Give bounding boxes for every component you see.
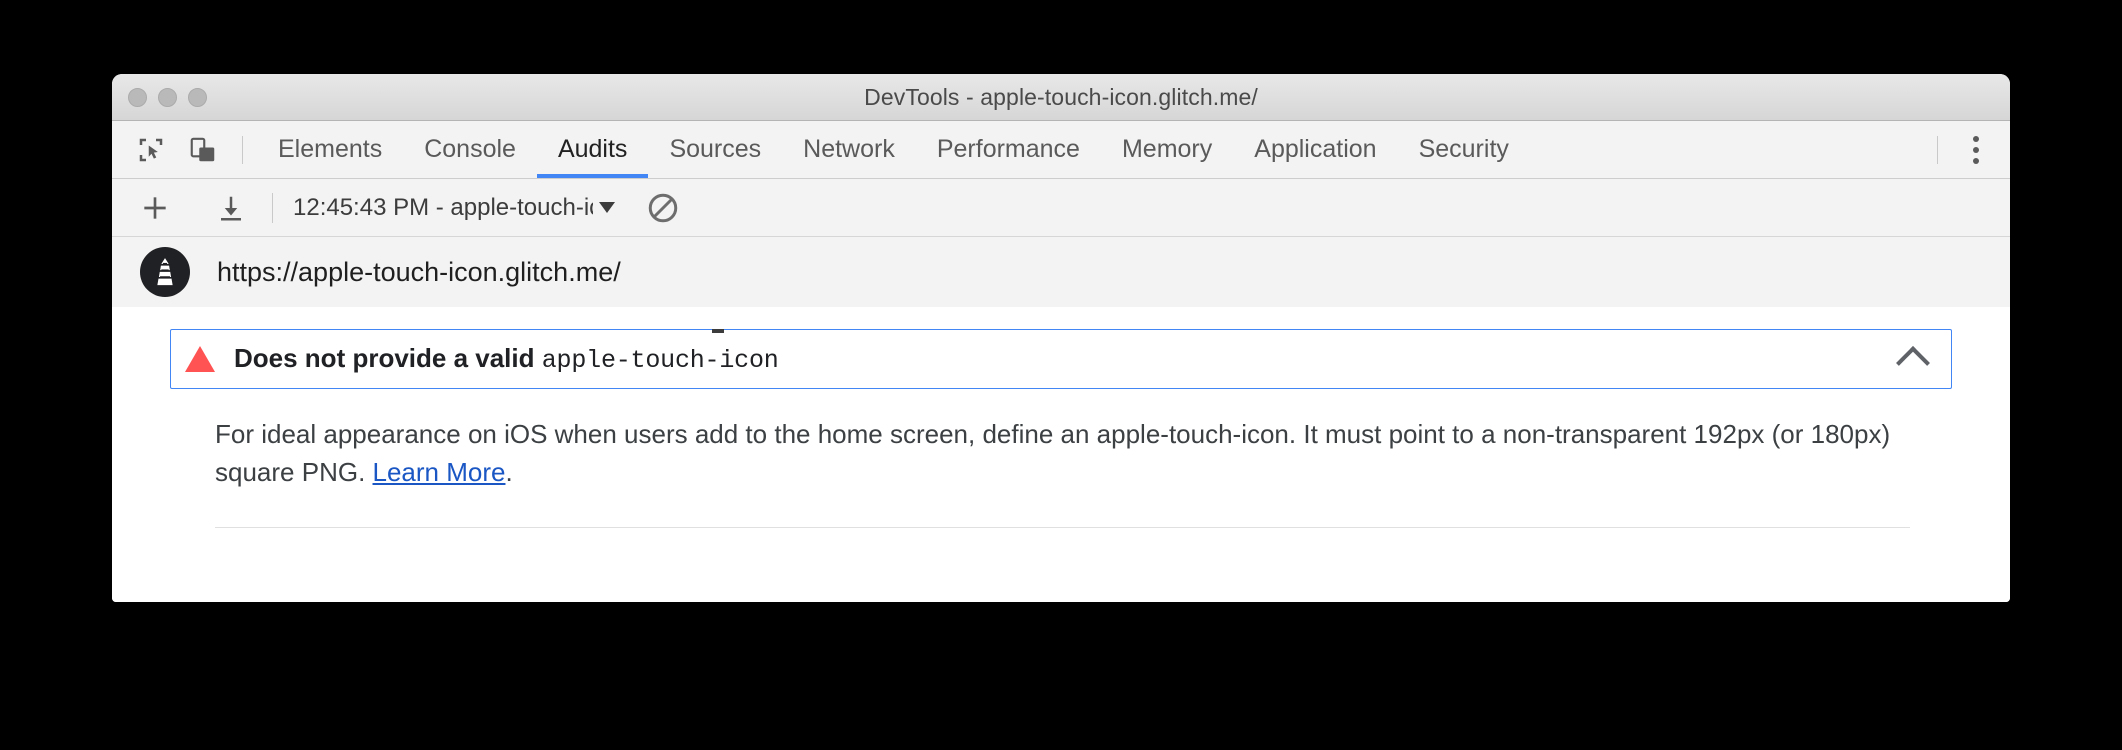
learn-more-link[interactable]: Learn More: [373, 457, 506, 487]
toolbar-divider: [272, 192, 273, 223]
audit-title-text: Does not provide a valid: [234, 343, 542, 373]
clear-all-icon[interactable]: [641, 186, 685, 230]
download-icon[interactable]: [208, 185, 254, 231]
toolbar-divider: [1937, 135, 1938, 164]
plus-icon[interactable]: [132, 185, 178, 231]
tab-label: Memory: [1121, 135, 1213, 163]
tab-security[interactable]: Security: [1398, 121, 1530, 178]
toolbar-divider: [242, 135, 243, 164]
zoom-button[interactable]: [188, 87, 207, 107]
close-button[interactable]: [128, 87, 147, 107]
tab-network[interactable]: Network: [782, 121, 916, 178]
window-title-bar: DevTools - apple-touch-icon.glitch.me/: [112, 74, 2010, 121]
traffic-light-group: [128, 87, 207, 107]
devtools-window: DevTools - apple-touch-icon.glitch.me/ E…: [112, 74, 2010, 602]
panel-tab-list: Elements Console Audits Sources Network …: [257, 121, 1530, 178]
scrolled-content-fragment: [712, 329, 724, 333]
screenshot-stage: DevTools - apple-touch-icon.glitch.me/ E…: [0, 0, 2122, 750]
audit-description-period: .: [505, 457, 513, 488]
tab-label: Console: [424, 135, 516, 163]
report-selector-label: 12:45:43 PM - apple-touch-ico: [293, 193, 593, 221]
minimize-button[interactable]: [158, 87, 177, 107]
tab-label: Audits: [557, 135, 628, 163]
devtools-tab-bar: Elements Console Audits Sources Network …: [112, 121, 2010, 179]
device-toolbar-icon[interactable]: [180, 127, 226, 173]
tab-elements[interactable]: Elements: [257, 121, 403, 178]
audit-report-body: Does not provide a valid apple-touch-ico…: [112, 329, 2010, 602]
tab-console[interactable]: Console: [403, 121, 537, 178]
lighthouse-icon: [140, 247, 190, 297]
tab-memory[interactable]: Memory: [1101, 121, 1233, 178]
tab-application[interactable]: Application: [1233, 121, 1397, 178]
tab-audits[interactable]: Audits: [536, 121, 649, 178]
audit-description: For ideal appearance on iOS when users a…: [215, 415, 1910, 491]
warning-triangle-icon: [185, 346, 215, 372]
inspect-element-icon[interactable]: [128, 127, 174, 173]
audited-page-header: https://apple-touch-icon.glitch.me/: [112, 237, 2010, 307]
section-divider: [215, 527, 1910, 529]
tab-label: Application: [1254, 135, 1377, 163]
tab-label: Elements: [278, 135, 383, 163]
chevron-up-icon[interactable]: [1896, 346, 1930, 380]
tab-performance[interactable]: Performance: [916, 121, 1101, 178]
report-selector-dropdown[interactable]: 12:45:43 PM - apple-touch-ico: [293, 194, 615, 222]
window-title: DevTools - apple-touch-icon.glitch.me/: [864, 83, 1258, 110]
audit-title: Does not provide a valid apple-touch-ico…: [234, 343, 779, 375]
tab-label: Network: [803, 135, 895, 163]
audit-result-row[interactable]: Does not provide a valid apple-touch-ico…: [170, 329, 1952, 389]
tab-label: Sources: [669, 135, 762, 163]
tab-bar-right-controls: [1929, 127, 2010, 173]
audits-toolbar: 12:45:43 PM - apple-touch-ico: [112, 179, 2010, 237]
kebab-menu-icon[interactable]: [1956, 127, 1996, 173]
audited-page-url: https://apple-touch-icon.glitch.me/: [217, 256, 621, 287]
tab-sources[interactable]: Sources: [648, 121, 782, 178]
audit-title-code: apple-touch-icon: [541, 346, 779, 375]
chevron-down-icon: [599, 202, 615, 213]
tab-label: Performance: [936, 135, 1080, 163]
tab-label: Security: [1418, 135, 1509, 163]
